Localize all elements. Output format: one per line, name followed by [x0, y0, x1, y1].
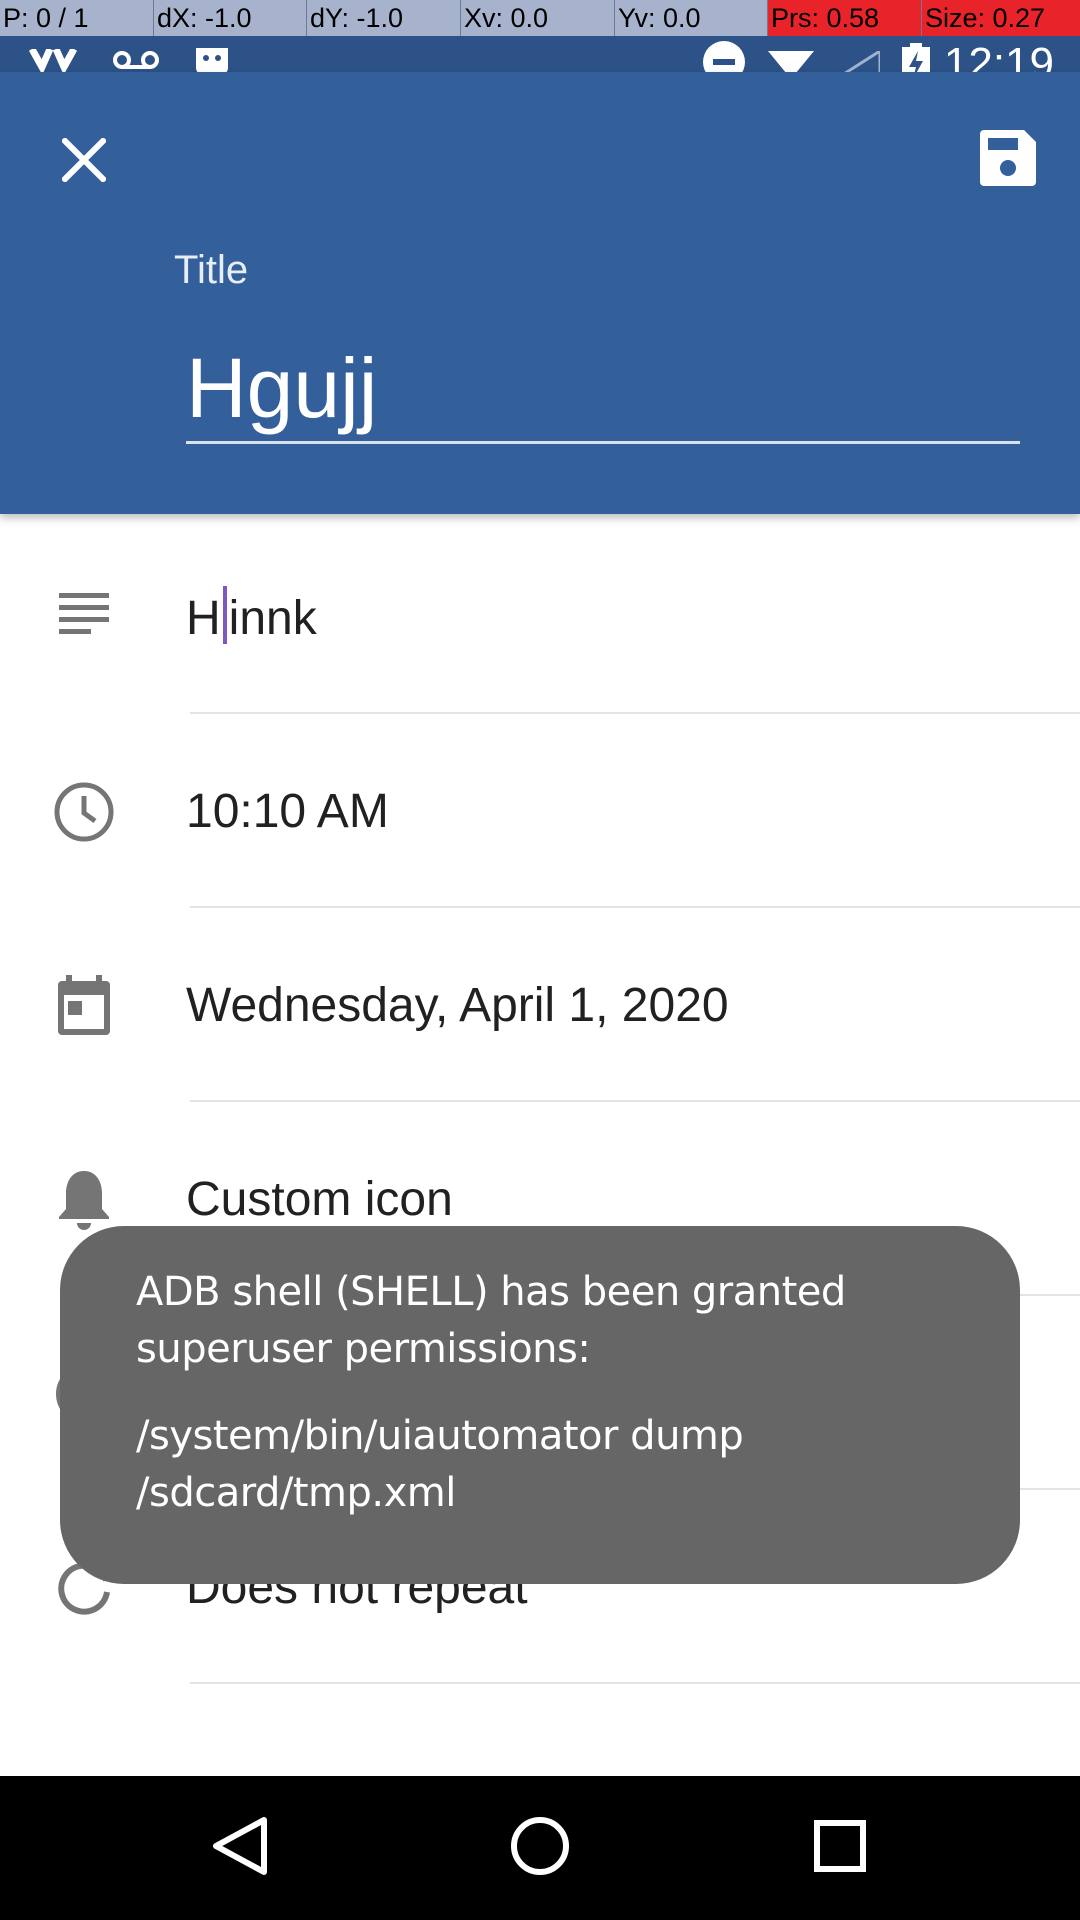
notes-icon: [48, 578, 120, 650]
back-icon: [212, 1816, 268, 1881]
superuser-toast: ADB shell (SHELL) has been granted super…: [60, 1226, 1020, 1584]
pointer-yv: Yv: 0.0: [615, 0, 768, 36]
pointer-count: P: 0 / 1: [0, 0, 154, 36]
description-text-before-caret: H: [186, 592, 221, 645]
divider: [190, 1682, 1080, 1684]
pointer-dx: dX: -1.0: [154, 0, 307, 36]
bell-icon: [48, 1164, 120, 1236]
recents-button[interactable]: [780, 1798, 900, 1898]
toast-message: ADB shell (SHELL) has been granted super…: [136, 1269, 846, 1372]
close-icon: [60, 136, 108, 187]
text-caret: [222, 586, 227, 644]
pointer-pressure: Prs: 0.58: [768, 0, 922, 36]
save-button[interactable]: [968, 120, 1048, 200]
reminder-value: Custom icon: [186, 1173, 453, 1226]
description-input[interactable]: Hinnk: [186, 586, 317, 646]
close-button[interactable]: [44, 122, 124, 202]
toast-command: /system/bin/uiautomator dump /sdcard/tmp…: [136, 1413, 744, 1516]
time-value: 10:10 AM: [186, 785, 389, 838]
pointer-location-overlay: P: 0 / 1 dX: -1.0 dY: -1.0 Xv: 0.0 Yv: 0…: [0, 0, 1080, 36]
title-label: Title: [174, 248, 249, 292]
voicemail-icon: [112, 50, 160, 74]
time-row[interactable]: 10:10 AM: [0, 714, 1080, 908]
recents-icon: [814, 1819, 866, 1877]
title-input[interactable]: Hgujj: [186, 332, 1020, 444]
home-button[interactable]: [480, 1798, 600, 1898]
calendar-icon: [48, 970, 120, 1042]
date-row[interactable]: Wednesday, April 1, 2020: [0, 908, 1080, 1102]
status-bar: 12:19: [0, 36, 1080, 86]
back-button[interactable]: [180, 1798, 300, 1898]
home-icon: [510, 1816, 570, 1881]
pointer-dy: dY: -1.0: [307, 0, 461, 36]
description-text-after-caret: innk: [228, 592, 317, 645]
clock-icon: [48, 776, 120, 848]
date-value: Wednesday, April 1, 2020: [186, 979, 729, 1032]
app-bar: Title Hgujj: [0, 72, 1080, 514]
pointer-size: Size: 0.27: [922, 0, 1080, 36]
pointer-xv: Xv: 0.0: [461, 0, 615, 36]
description-row[interactable]: Hinnk: [0, 520, 1080, 714]
save-icon: [980, 129, 1036, 191]
navigation-bar: [0, 1776, 1080, 1920]
